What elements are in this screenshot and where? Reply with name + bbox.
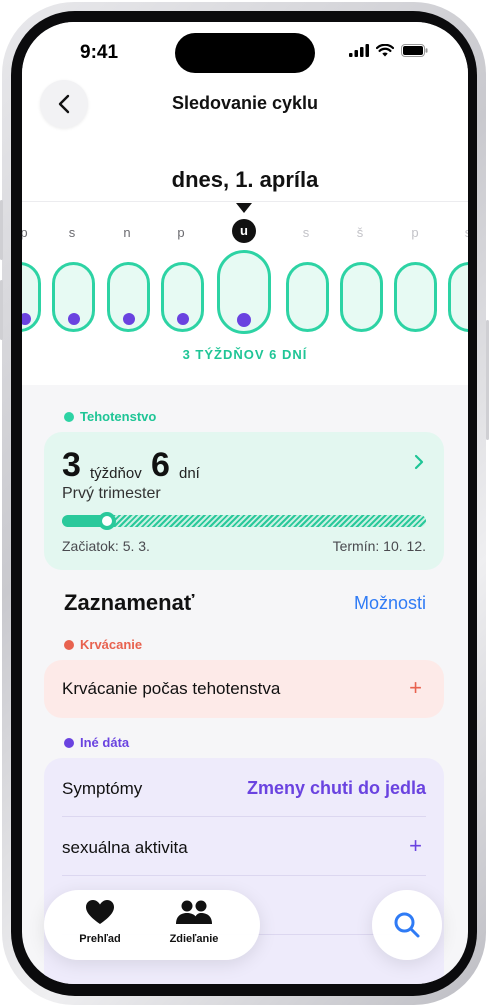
pregnancy-card[interactable]: 3 týždňov 6 dní Prvý trimester Začiatok:…	[44, 432, 444, 570]
logged-data-dot	[177, 313, 189, 325]
tab-summary-label: Prehľad	[79, 933, 121, 945]
search-icon	[394, 912, 420, 938]
tab-sharing-label: Zdieľanie	[169, 933, 219, 945]
calendar-day-past[interactable]	[161, 262, 204, 332]
calendar-day-past[interactable]	[107, 262, 150, 332]
search-button[interactable]	[372, 890, 442, 960]
pregnancy-start-date: Začiatok: 5. 3.	[62, 538, 150, 554]
purple-dot-icon	[64, 737, 74, 748]
calendar-day-today[interactable]	[217, 250, 271, 334]
day-label: s	[68, 225, 76, 240]
calendar-day-past[interactable]	[52, 262, 95, 332]
dynamic-island	[175, 33, 315, 73]
bleeding-section-label: Krvácanie	[64, 637, 142, 652]
bleeding-row-label: Krvácanie počas tehotenstva	[62, 679, 281, 698]
day-label: s	[464, 225, 468, 240]
day-label-today[interactable]: u	[232, 219, 256, 243]
options-link[interactable]: Možnosti	[354, 593, 426, 614]
chevron-right-icon	[414, 454, 424, 470]
pregnancy-duration-label: 3 TÝŽDŇOV 6 DNÍ	[182, 347, 308, 362]
symptoms-row[interactable]: Symptómy Zmeny chuti do jedla	[62, 759, 426, 817]
logged-data-dot	[123, 313, 135, 325]
day-label: s	[302, 225, 310, 240]
day-label: š	[356, 225, 364, 240]
sexual-activity-row[interactable]: sexuálna aktivita +	[62, 818, 426, 876]
other-data-section-label: Iné dáta	[64, 735, 129, 750]
status-time: 9:41	[80, 42, 119, 63]
log-section-title: Zaznamenať	[64, 590, 195, 615]
day-label: p	[177, 225, 185, 240]
wifi-icon	[376, 44, 394, 57]
tab-bar: Prehľad Zdieľanie	[44, 890, 260, 960]
phone-side-button-left-lower	[0, 280, 3, 340]
phone-side-button-left	[0, 200, 3, 260]
cellular-signal-icon	[349, 44, 369, 57]
red-dot-icon	[64, 639, 74, 650]
people-icon	[176, 900, 212, 924]
pregnancy-section-label: Tehotenstvo	[64, 409, 156, 424]
pregnancy-section-text: Tehotenstvo	[80, 409, 157, 424]
bleeding-section-text: Krvácanie	[80, 637, 143, 652]
calendar-day-future[interactable]	[394, 262, 437, 332]
add-sexual-activity-icon[interactable]: +	[409, 833, 422, 859]
pregnancy-progress-bar	[62, 512, 426, 530]
tab-sharing[interactable]: Zdieľanie	[154, 900, 234, 945]
selected-date: dnes, 1. apríla	[171, 167, 319, 192]
pregnancy-progress-knob	[98, 512, 116, 530]
day-label: p	[411, 225, 419, 240]
day-label: p	[22, 225, 28, 240]
green-dot-icon	[64, 411, 74, 422]
trimester-label: Prvý trimester	[62, 485, 161, 502]
logged-data-dot	[68, 313, 80, 325]
pregnancy-due-date: Termín: 10. 12.	[332, 538, 426, 554]
heart-icon	[86, 900, 114, 924]
today-pointer-icon	[236, 203, 252, 213]
sexual-activity-label: sexuálna aktivita	[62, 838, 188, 857]
battery-icon	[401, 44, 428, 57]
day-label: n	[123, 225, 131, 240]
symptoms-value: Zmeny chuti do jedla	[246, 778, 426, 798]
calendar-day-future[interactable]	[340, 262, 383, 332]
pregnancy-weeks-unit: týždňov	[90, 465, 142, 482]
bleeding-row[interactable]: Krvácanie počas tehotenstva +	[44, 660, 444, 718]
tab-summary[interactable]: Prehľad	[60, 900, 140, 945]
other-data-section-text: Iné dáta	[80, 735, 130, 750]
page-title: Sledovanie cyklu	[171, 93, 319, 113]
pregnancy-days-unit: dní	[179, 465, 200, 482]
logged-data-dot	[237, 313, 251, 327]
symptoms-label: Symptómy	[62, 779, 143, 798]
add-bleeding-icon[interactable]: +	[409, 675, 422, 701]
calendar-day-future[interactable]	[448, 262, 468, 332]
app-screen: 9:41 Sledovanie cyklu dnes, 1. apríla p …	[22, 22, 468, 984]
logged-data-dot	[22, 313, 31, 325]
status-icons	[349, 44, 428, 57]
calendar-day-future[interactable]	[286, 262, 329, 332]
pregnancy-days-number: 6	[151, 446, 170, 484]
pregnancy-weeks-number: 3	[62, 446, 81, 484]
calendar-top-divider	[22, 201, 468, 202]
